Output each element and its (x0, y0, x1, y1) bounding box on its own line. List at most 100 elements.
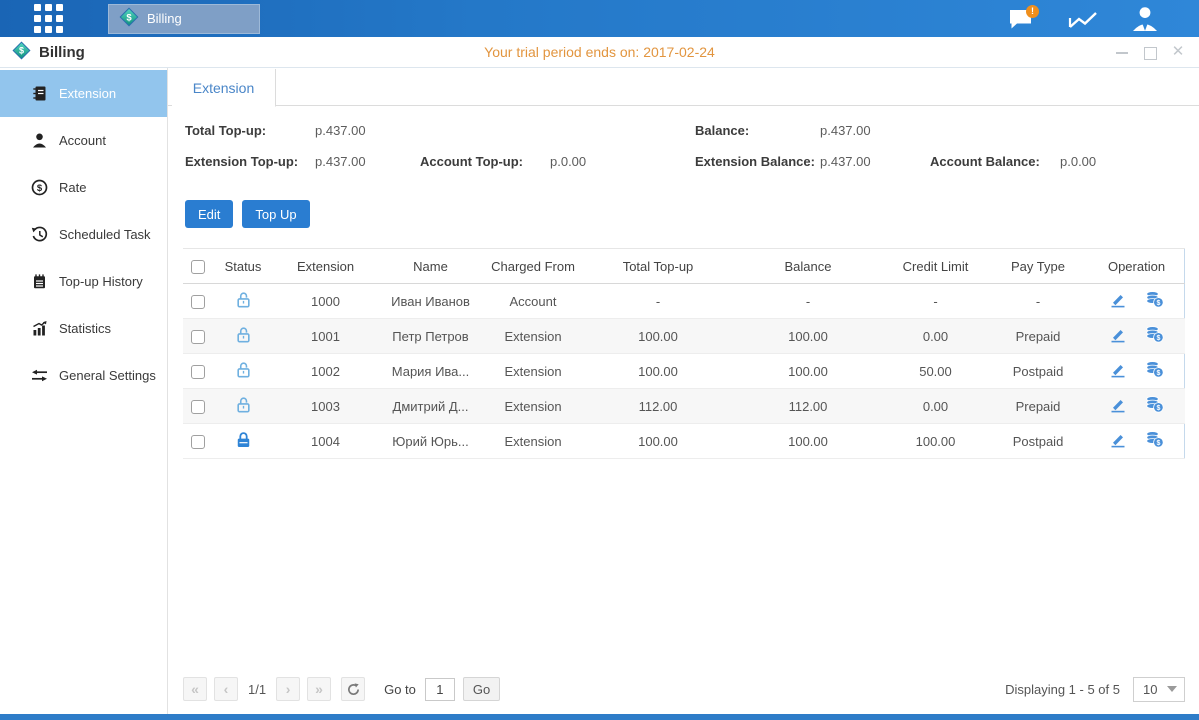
go-button[interactable]: Go (463, 677, 500, 701)
topup-row-button[interactable]: $ (1145, 326, 1164, 346)
row-checkbox[interactable] (191, 295, 205, 309)
column-header: Credit Limit (883, 249, 988, 284)
edit-row-button[interactable] (1109, 432, 1127, 451)
sidebar-item-label: Account (59, 133, 106, 148)
row-checkbox[interactable] (191, 435, 205, 449)
column-header: Pay Type (988, 249, 1088, 284)
coins-dollar-icon: $ (1145, 396, 1164, 413)
svg-text:$: $ (37, 183, 43, 194)
cell-balance: 100.00 (733, 354, 883, 389)
topup-row-button[interactable]: $ (1145, 361, 1164, 381)
sliders-icon (31, 367, 48, 384)
pencil-icon (1109, 432, 1127, 448)
notification-badge: ! (1026, 5, 1039, 18)
edit-row-button[interactable] (1109, 397, 1127, 416)
cell-total-topup: 100.00 (583, 319, 733, 354)
close-button[interactable]: ✕ (1171, 45, 1185, 59)
topup-row-button[interactable]: $ (1145, 291, 1164, 311)
billing-diamond-icon: $ (12, 41, 31, 63)
sidebar-item-extension[interactable]: Extension (0, 70, 167, 117)
cell-pay-type: Prepaid (988, 389, 1088, 424)
main-content: Extension Total Top-up: p.437.00 Balance… (168, 68, 1199, 714)
row-checkbox[interactable] (191, 330, 205, 344)
account-topup-label: Account Top-up: (420, 153, 523, 171)
edit-button[interactable]: Edit (185, 200, 233, 228)
refresh-icon (347, 683, 360, 696)
cell-balance: 100.00 (733, 424, 883, 459)
cell-pay-type: Prepaid (988, 319, 1088, 354)
account-balance-label: Account Balance: (930, 153, 1040, 171)
taskbar-tab-billing[interactable]: $ Billing (108, 4, 260, 34)
sidebar-item-statistics[interactable]: Statistics (0, 305, 167, 352)
coins-dollar-icon: $ (1145, 361, 1164, 378)
ledger-icon (31, 85, 48, 102)
sidebar-item-label: Top-up History (59, 274, 143, 289)
cell-charged-from: Account (483, 284, 583, 319)
row-checkbox[interactable] (191, 365, 205, 379)
cell-pay-type: - (988, 284, 1088, 319)
svg-text:$: $ (1156, 370, 1160, 377)
topup-row-button[interactable]: $ (1145, 431, 1164, 451)
cell-balance: - (733, 284, 883, 319)
tab-extension[interactable]: Extension (172, 69, 276, 107)
edit-row-button[interactable] (1109, 362, 1127, 381)
sidebar-item-general-settings[interactable]: General Settings (0, 352, 167, 399)
pencil-icon (1109, 397, 1127, 413)
topup-row-button[interactable]: $ (1145, 396, 1164, 416)
total-topup-label: Total Top-up: (185, 122, 266, 140)
coins-dollar-icon: $ (1145, 291, 1164, 308)
cell-charged-from: Extension (483, 424, 583, 459)
cell-charged-from: Extension (483, 389, 583, 424)
svg-text:$: $ (1156, 335, 1160, 342)
goto-page-input[interactable] (425, 678, 455, 701)
svg-text:$: $ (19, 46, 24, 56)
app-launcher-icon[interactable] (34, 4, 64, 34)
unlocked-icon (235, 361, 252, 378)
cell-pay-type: Postpaid (988, 354, 1088, 389)
dollar-circle-icon: $ (31, 179, 48, 196)
cell-charged-from: Extension (483, 354, 583, 389)
first-page-button[interactable]: « (183, 677, 207, 701)
cell-name: Дмитрий Д... (378, 389, 483, 424)
sidebar-item-rate[interactable]: $ Rate (0, 164, 167, 211)
select-all-checkbox[interactable] (191, 260, 205, 274)
chevron-down-icon (1167, 686, 1177, 692)
user-account-icon[interactable] (1129, 4, 1161, 34)
minimize-button[interactable] (1115, 45, 1129, 59)
column-header: Charged From (483, 249, 583, 284)
next-page-button[interactable]: › (276, 677, 300, 701)
total-topup-value: p.437.00 (315, 122, 366, 140)
svg-text:$: $ (1156, 300, 1160, 307)
cell-extension: 1003 (273, 389, 378, 424)
monitor-chart-icon[interactable] (1067, 4, 1099, 34)
pagination-bar: « ‹ 1/1 › » Go to Go Displaying 1 - 5 of… (183, 676, 1185, 702)
pencil-icon (1109, 362, 1127, 378)
top-up-button[interactable]: Top Up (242, 200, 309, 228)
edit-row-button[interactable] (1109, 327, 1127, 346)
cell-extension: 1004 (273, 424, 378, 459)
refresh-button[interactable] (341, 677, 365, 701)
cell-credit-limit: - (883, 284, 988, 319)
balance-label: Balance: (695, 122, 749, 140)
sidebar: Extension Account $ Rate (0, 68, 168, 714)
taskbar-tab-label: Billing (147, 11, 182, 26)
notifications-icon[interactable]: ! (1005, 4, 1037, 34)
locked-icon (235, 431, 252, 448)
window-title: Billing (39, 44, 85, 61)
cell-total-topup: 112.00 (583, 389, 733, 424)
previous-page-button[interactable]: ‹ (214, 677, 238, 701)
account-topup-value: p.0.00 (550, 153, 586, 171)
sidebar-item-topup-history[interactable]: Top-up History (0, 258, 167, 305)
cell-total-topup: - (583, 284, 733, 319)
cell-credit-limit: 0.00 (883, 389, 988, 424)
last-page-button[interactable]: » (307, 677, 331, 701)
sidebar-item-scheduled-task[interactable]: Scheduled Task (0, 211, 167, 258)
edit-row-button[interactable] (1109, 292, 1127, 311)
page-size-select[interactable]: 10 (1133, 677, 1185, 702)
table-row: 1001 Петр Петров Extension 100.00 100.00… (183, 319, 1185, 354)
sidebar-item-account[interactable]: Account (0, 117, 167, 164)
table-header-row: StatusExtensionNameCharged FromTotal Top… (183, 249, 1185, 284)
maximize-button[interactable] (1143, 45, 1157, 59)
row-checkbox[interactable] (191, 400, 205, 414)
table-row: 1000 Иван Иванов Account - - - - (183, 284, 1185, 319)
